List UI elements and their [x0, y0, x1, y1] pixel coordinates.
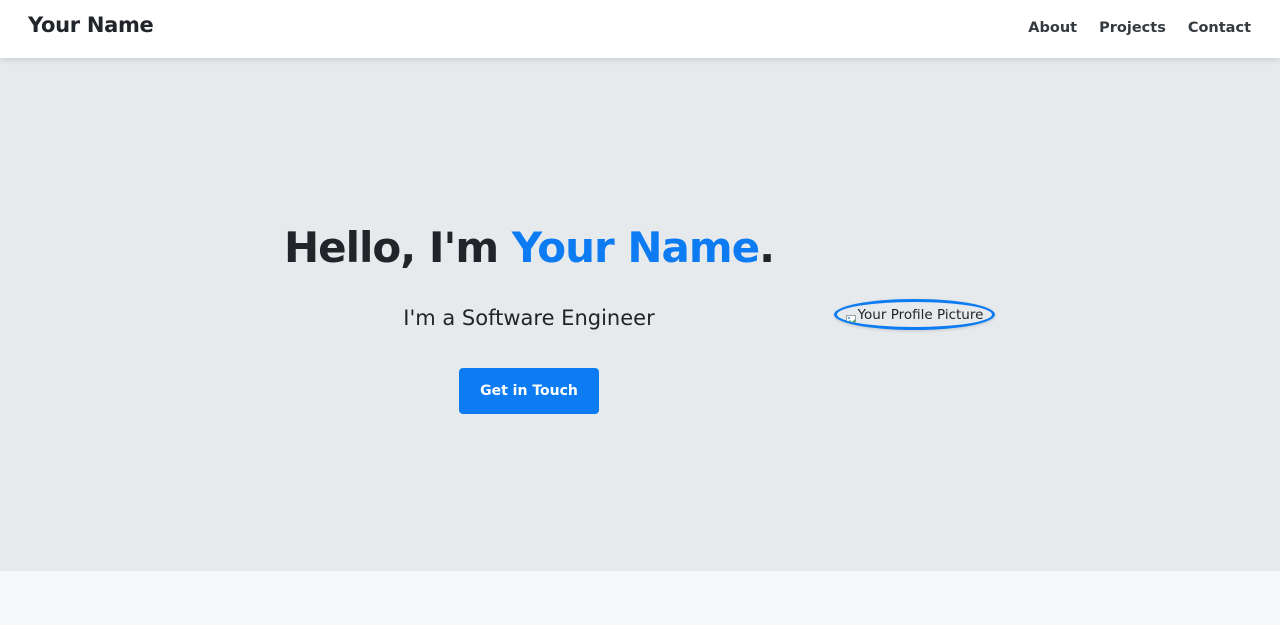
next-section [0, 571, 1280, 625]
hero-subtitle: I'm a Software Engineer [403, 306, 655, 330]
profile-picture: Your Profile Picture [834, 299, 995, 330]
hero-headline: Hello, I'm Your Name. [284, 223, 775, 272]
nav-link-contact[interactable]: Contact [1188, 20, 1251, 36]
nav-item-projects: Projects [1099, 17, 1166, 36]
nav-links: About Projects Contact [1028, 17, 1251, 36]
nav-link-projects[interactable]: Projects [1099, 20, 1166, 36]
get-in-touch-button[interactable]: Get in Touch [459, 368, 599, 414]
hero-section: Hello, I'm Your Name. I'm a Software Eng… [0, 58, 1280, 571]
headline-name: Your Name [511, 223, 760, 272]
profile-picture-alt-text: Your Profile Picture [857, 306, 984, 323]
headline-greeting: Hello, I'm [284, 223, 512, 272]
navbar: Your Name About Projects Contact [0, 0, 1280, 58]
nav-item-contact: Contact [1188, 17, 1251, 36]
broken-image-icon [845, 310, 856, 325]
headline-punctuation: . [759, 223, 775, 272]
brand-logo-link[interactable]: Your Name [28, 13, 154, 37]
nav-link-about[interactable]: About [1028, 20, 1077, 36]
nav-item-about: About [1028, 17, 1077, 36]
